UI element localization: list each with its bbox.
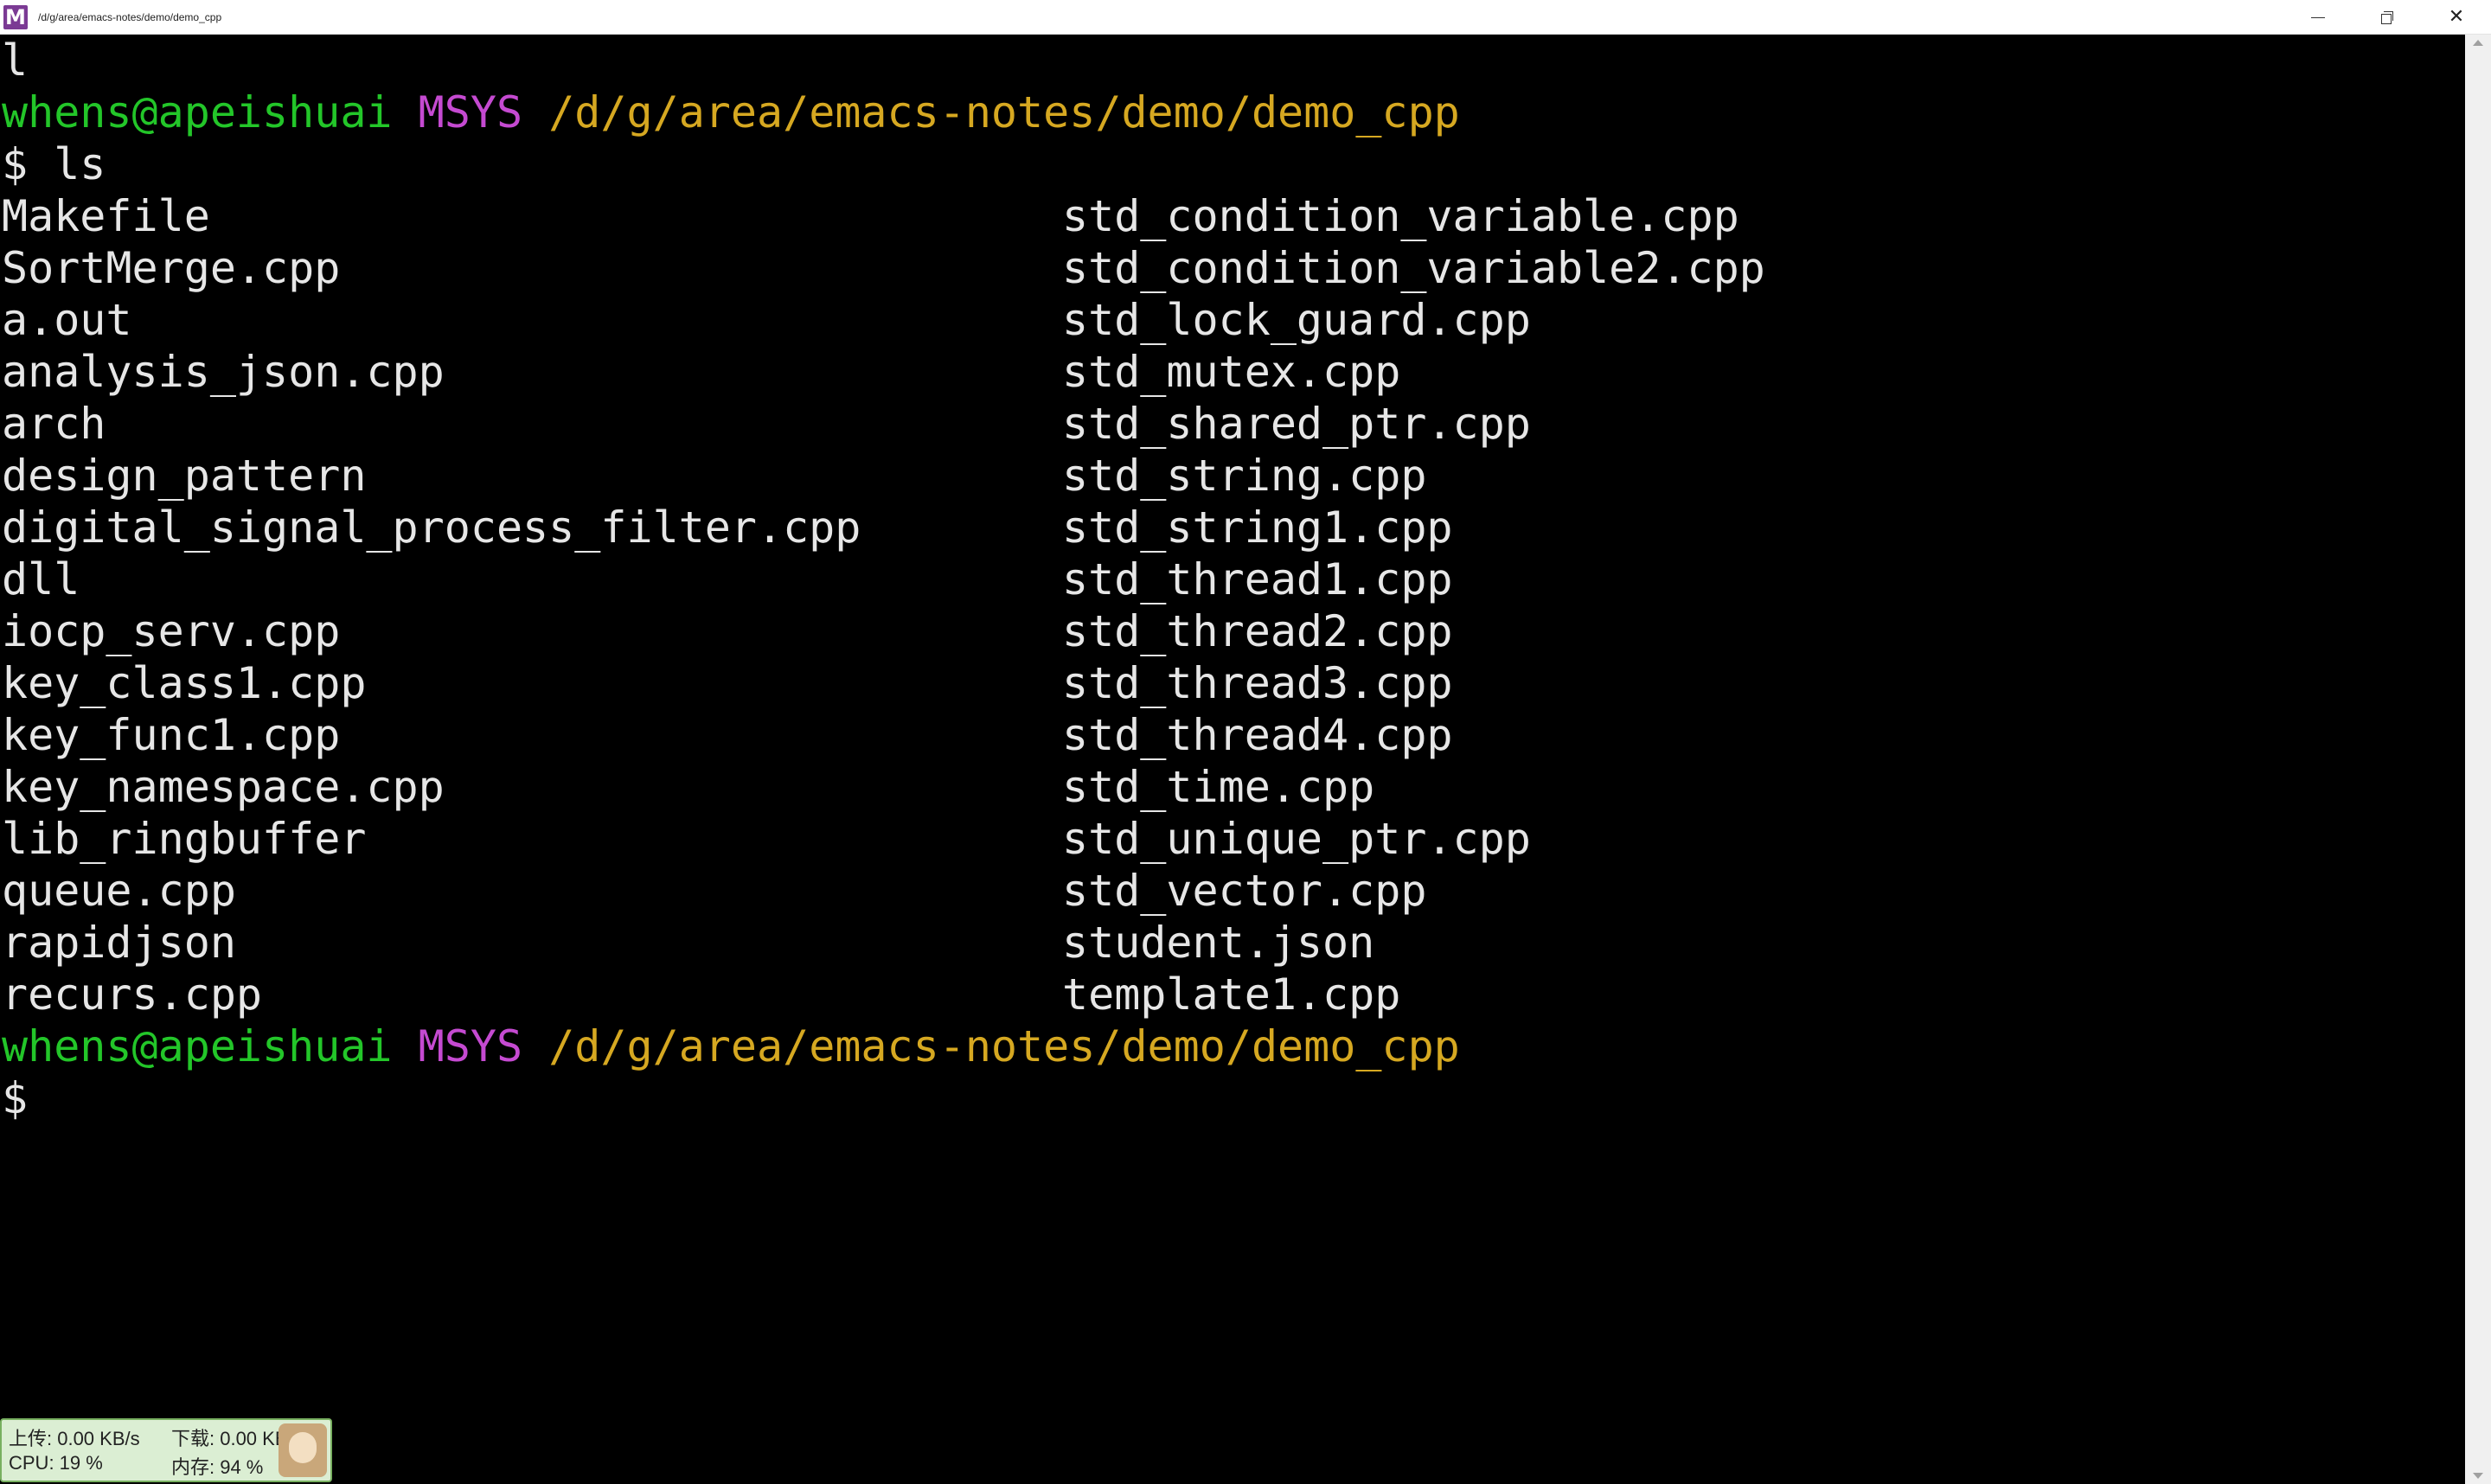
ls-entry: template1.cpp: [1062, 969, 1401, 1020]
prompt-path: /d/g/area/emacs-notes/demo/demo_cpp: [548, 1021, 1460, 1071]
ls-entry: std_thread3.cpp: [1062, 658, 1453, 708]
ls-entry: std_shared_ptr.cpp: [1062, 399, 1531, 449]
close-button[interactable]: ✕: [2422, 0, 2491, 35]
prompt-user: whens@apeishuai: [2, 1021, 393, 1071]
title-bar[interactable]: M /d/g/area/emacs-notes/demo/demo_cpp ✕: [0, 0, 2491, 35]
ls-entry: iocp_serv.cpp: [2, 606, 341, 656]
prompt-system: MSYS: [418, 87, 523, 138]
ls-entry: arch: [2, 399, 106, 449]
terminal-window: M /d/g/area/emacs-notes/demo/demo_cpp ✕ …: [0, 0, 2491, 1484]
ls-entry: std_lock_guard.cpp: [1062, 295, 1531, 345]
avatar-icon: [279, 1423, 327, 1477]
upload-speed: 上传: 0.00 KB/s: [9, 1428, 140, 1449]
prompt-user: whens@apeishuai: [2, 87, 393, 138]
ls-entry: std_thread4.cpp: [1062, 710, 1453, 760]
ls-entry: key_func1.cpp: [2, 710, 341, 760]
scroll-down-arrow-icon[interactable]: [2473, 1473, 2483, 1479]
network-monitor-widget[interactable]: 上传: 0.00 KB/s 下载: 0.00 KB/s CPU: 19 % 内存…: [0, 1418, 332, 1482]
ls-entry: std_condition_variable2.cpp: [1062, 243, 1765, 293]
ls-entry: std_mutex.cpp: [1062, 347, 1401, 397]
terminal-output[interactable]: l whens@apeishuai MSYS /d/g/area/emacs-n…: [0, 35, 2465, 1484]
minimize-icon: [2311, 16, 2325, 18]
memory-usage: 内存: 94 %: [171, 1456, 264, 1478]
ls-entry: student.json: [1062, 918, 1375, 968]
restore-icon: [2381, 11, 2393, 24]
ls-entry: rapidjson: [2, 918, 236, 968]
vertical-scrollbar[interactable]: [2465, 35, 2491, 1484]
ls-entry: std_string1.cpp: [1062, 502, 1453, 553]
ls-entry: std_time.cpp: [1062, 762, 1375, 812]
current-command-line[interactable]: $: [2, 1072, 28, 1124]
ls-entry: std_vector.cpp: [1062, 866, 1427, 916]
cpu-usage: CPU: 19 %: [9, 1452, 103, 1474]
close-icon: ✕: [2448, 6, 2465, 28]
restore-button[interactable]: [2353, 0, 2422, 35]
ls-entry: lib_ringbuffer: [2, 814, 367, 864]
prompt-path: /d/g/area/emacs-notes/demo/demo_cpp: [548, 87, 1460, 138]
ls-entry: std_thread2.cpp: [1062, 606, 1453, 656]
ls-entry: key_namespace.cpp: [2, 762, 445, 812]
ls-entry: recurs.cpp: [2, 969, 263, 1020]
command-line: $ ls: [2, 139, 106, 189]
window-controls: ✕: [2283, 0, 2491, 35]
ls-entry: design_pattern: [2, 451, 367, 501]
ls-entry: Makefile: [2, 191, 210, 241]
scroll-up-arrow-icon[interactable]: [2473, 40, 2483, 46]
ls-entry: std_unique_ptr.cpp: [1062, 814, 1531, 864]
ls-entry: a.out: [2, 295, 132, 345]
prompt-line: whens@apeishuai MSYS /d/g/area/emacs-not…: [2, 86, 1460, 138]
ls-entry: key_class1.cpp: [2, 658, 367, 708]
ls-entry: dll: [2, 554, 80, 604]
ls-entry: digital_signal_process_filter.cpp: [2, 502, 861, 553]
ls-entry: SortMerge.cpp: [2, 243, 341, 293]
msys-app-icon[interactable]: M: [3, 4, 28, 29]
ls-entry: std_condition_variable.cpp: [1062, 191, 1739, 241]
window-title: /d/g/area/emacs-notes/demo/demo_cpp: [38, 10, 222, 23]
ls-entry: queue.cpp: [2, 866, 236, 916]
ls-entry: std_thread1.cpp: [1062, 554, 1453, 604]
minimize-button[interactable]: [2283, 0, 2353, 35]
ls-entry: analysis_json.cpp: [2, 347, 445, 397]
previous-output-line: l: [2, 35, 29, 86]
ls-entry: std_string.cpp: [1062, 451, 1427, 501]
prompt-line: whens@apeishuai MSYS /d/g/area/emacs-not…: [2, 1020, 1460, 1072]
prompt-system: MSYS: [418, 1021, 523, 1071]
